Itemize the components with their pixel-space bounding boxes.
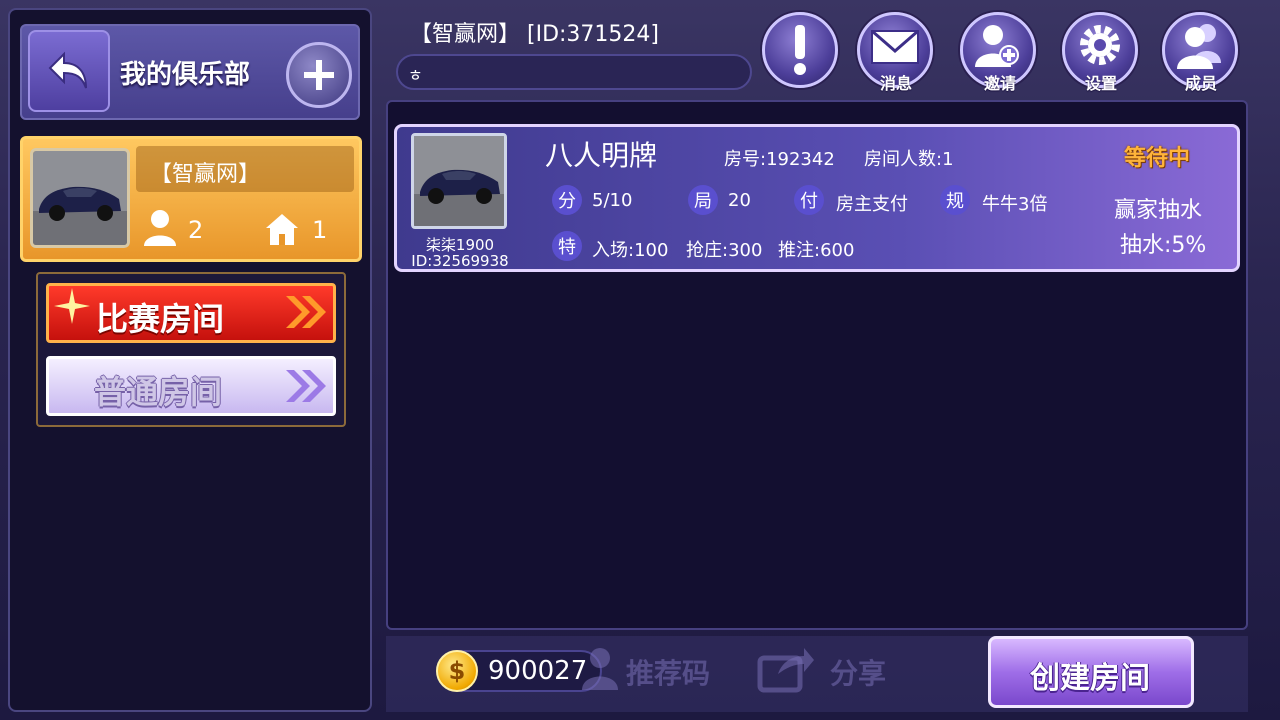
rounds-tag: 局: [688, 185, 718, 215]
envelope-icon: [871, 29, 919, 64]
room-owner-avatar: [411, 133, 507, 229]
club-header-title: 【智赢网】 [ID:371524]: [410, 22, 659, 47]
share-icon: [757, 648, 814, 693]
club-avatar: [30, 148, 130, 248]
referral-code-button[interactable]: 推荐码: [626, 652, 710, 692]
score-tag: 分: [552, 185, 582, 215]
house-icon: [266, 214, 298, 245]
coin-icon: $: [436, 650, 478, 692]
sparkle-icon: [54, 288, 90, 324]
announcement-button[interactable]: [762, 12, 838, 88]
room-entry: 入场:100: [592, 240, 669, 261]
members-icon: [1177, 24, 1221, 69]
club-name: 【智赢网】: [150, 162, 261, 187]
normal-room-label: 普通房间: [94, 373, 223, 411]
rake-title: 赢家抽水: [1114, 198, 1203, 223]
add-club-button[interactable]: [286, 42, 352, 108]
club-member-count: 2: [188, 216, 204, 244]
member-icon: [144, 210, 176, 246]
club-room-count: 1: [312, 216, 328, 244]
room-title: 八人明牌: [545, 139, 658, 172]
room-rule: 牛牛3倍: [982, 194, 1048, 215]
room-push-bet: 推注:600: [778, 240, 855, 261]
car-image-icon: [33, 151, 127, 245]
room-pay-mode: 房主支付: [836, 194, 908, 215]
room-score: 5/10: [592, 190, 633, 211]
back-arrow-icon: [48, 51, 87, 89]
club-panel-title: 我的俱乐部: [120, 60, 251, 90]
room-owner-id: ID:32569938: [411, 252, 509, 270]
back-button[interactable]: [28, 30, 110, 112]
share-button[interactable]: 分享: [830, 652, 886, 692]
room-status-badge: 等待中: [1124, 146, 1191, 171]
pay-tag: 付: [794, 185, 824, 215]
coin-amount: 900027: [488, 656, 588, 686]
referral-user-icon: [582, 648, 618, 690]
notice-bar: [396, 54, 752, 90]
gear-icon: [1080, 25, 1120, 65]
match-room-label: 比赛房间: [96, 300, 225, 338]
invite-label: 邀请: [983, 74, 1016, 93]
notice-text: ㅎ: [408, 66, 423, 85]
create-room-label: 创建房间: [1030, 661, 1150, 696]
exclamation-icon: [794, 25, 806, 75]
special-tag: 特: [552, 231, 582, 261]
double-chevron-right-icon: [286, 370, 326, 402]
settings-label: 设置: [1084, 74, 1117, 93]
rake-rate: 抽水:5%: [1120, 233, 1207, 258]
car-image-icon: [414, 136, 504, 226]
room-number: 房号:192342: [724, 149, 835, 170]
room-banker: 抢庄:300: [686, 240, 763, 261]
room-rounds: 20: [728, 190, 751, 211]
double-chevron-right-icon: [286, 296, 326, 328]
plus-icon: [304, 60, 334, 90]
invite-user-icon: [975, 25, 1019, 67]
rule-tag: 规: [940, 185, 970, 215]
messages-label: 消息: [879, 74, 912, 93]
members-label: 成员: [1184, 74, 1217, 93]
room-player-count: 房间人数:1: [864, 149, 954, 170]
